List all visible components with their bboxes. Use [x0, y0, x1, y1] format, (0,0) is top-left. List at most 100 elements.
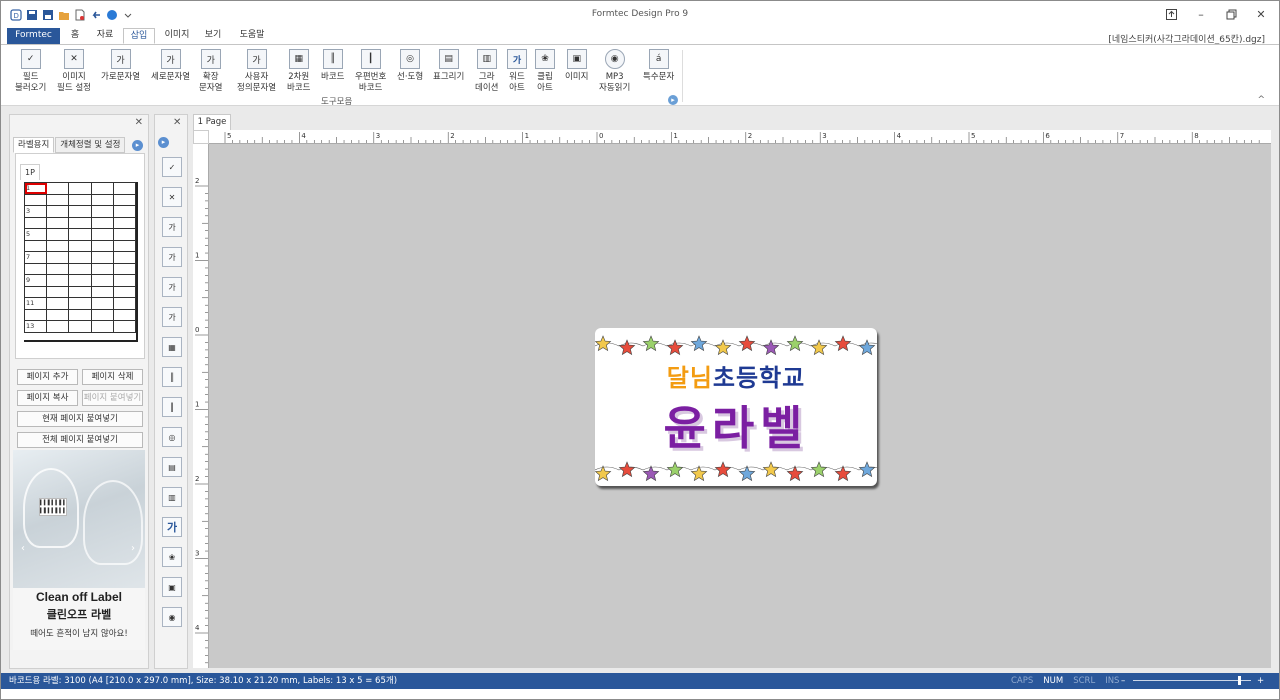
paste-all-pages-button[interactable]: 전체 페이지 붙여넣기 [17, 432, 143, 448]
label-cell[interactable] [90, 205, 114, 218]
label-cell[interactable] [112, 262, 137, 275]
gradient-button[interactable]: ▥ 그라 데이션 [475, 49, 498, 94]
label-cell[interactable]: 13 [23, 320, 48, 333]
copy-page-button[interactable]: 페이지 복사 [17, 390, 78, 406]
label-cell[interactable]: 3 [23, 205, 48, 218]
shapes-button[interactable]: ◎ 선·도형 [397, 49, 423, 83]
custom-text-icon[interactable]: 가 [162, 307, 182, 327]
label-cell[interactable] [68, 216, 92, 229]
table-button[interactable]: ▤ 표그리기 [433, 49, 464, 83]
help-window-icon[interactable] [1163, 7, 1179, 21]
label-cell[interactable] [68, 274, 92, 287]
label-cell[interactable] [68, 205, 92, 218]
label-cell[interactable] [46, 182, 70, 195]
label-cell[interactable] [90, 251, 114, 264]
label-cell[interactable] [23, 308, 48, 321]
tab-help[interactable]: 도움말 [233, 28, 271, 44]
minimize-icon[interactable]: – [1193, 7, 1209, 21]
delete-page-button[interactable]: 페이지 삭제 [82, 369, 143, 385]
tab-image[interactable]: 이미지 [159, 28, 195, 44]
label-cell[interactable] [112, 251, 137, 264]
custom-text-button[interactable]: 가 사용자 정의문자열 [237, 49, 276, 94]
label-cell[interactable] [90, 182, 114, 195]
label-cell[interactable] [46, 308, 70, 321]
advertisement-banner[interactable]: ▍▍▌▍▍▌▍ ▍▌▍▍▌▍▍ ‹ › Clean off Label 클린오프 … [13, 450, 145, 650]
label-cell[interactable] [112, 308, 137, 321]
label-cell[interactable] [90, 297, 114, 310]
label-cell[interactable] [68, 320, 92, 333]
paste-current-page-button[interactable]: 현재 페이지 붙여넣기 [17, 411, 143, 427]
label-cell[interactable] [23, 285, 48, 298]
close-icon[interactable]: ✕ [1253, 7, 1269, 21]
label-design[interactable]: 달님초등학교 윤라벨 [595, 328, 877, 486]
label-cell[interactable] [68, 285, 92, 298]
label-cell[interactable] [112, 193, 137, 206]
document-tab-page1[interactable]: 1 Page [193, 114, 231, 130]
label-cell[interactable] [90, 274, 114, 287]
label-cell[interactable] [23, 262, 48, 275]
horizontal-text-icon[interactable]: 가 [162, 217, 182, 237]
label-cell[interactable] [112, 320, 137, 333]
tab-label-paper[interactable]: 라벨용지 [13, 137, 55, 153]
label-cell[interactable]: 11 [23, 297, 48, 310]
tab-view[interactable]: 보기 [199, 28, 227, 44]
label-cell[interactable] [112, 205, 137, 218]
clipart-icon[interactable]: ❀ [162, 547, 182, 567]
label-cell[interactable] [68, 228, 92, 241]
extended-text-button[interactable]: 가 확장 문자열 [199, 49, 222, 94]
barcode-icon[interactable]: ║ [162, 367, 182, 387]
label-cell[interactable] [90, 262, 114, 275]
label-cell[interactable]: 1 [23, 182, 48, 195]
special-char-button[interactable]: á 특수문자 [643, 49, 674, 83]
label-cell[interactable]: 7 [23, 251, 48, 264]
postal-barcode-icon[interactable]: ┃ [162, 397, 182, 417]
zoom-out-icon[interactable]: – [1121, 673, 1125, 689]
restore-icon[interactable] [1223, 7, 1239, 21]
label-grid-table[interactable]: 1 3 5 7 9 11 13 [23, 182, 137, 333]
label-cell[interactable] [68, 297, 92, 310]
label-cell[interactable] [46, 262, 70, 275]
field-load-button[interactable]: ✓ 필드 불러오기 [15, 49, 46, 94]
panel-close-icon[interactable]: ✕ [135, 117, 143, 128]
tab-data[interactable]: 자료 [91, 28, 119, 44]
dialog-launcher-icon[interactable]: ▸ [668, 95, 678, 105]
label-school-text[interactable]: 달님초등학교 [595, 358, 877, 393]
tab-insert[interactable]: 삽입 [123, 28, 155, 44]
shapes-icon[interactable]: ◎ [162, 427, 182, 447]
vertical-text-icon[interactable]: 가 [162, 247, 182, 267]
label-cell[interactable] [90, 239, 114, 252]
label-cell[interactable] [68, 193, 92, 206]
qr-code-icon[interactable]: ▦ [162, 337, 182, 357]
label-cell[interactable] [90, 228, 114, 241]
label-cell[interactable] [112, 239, 137, 252]
label-cell[interactable] [46, 216, 70, 229]
toolbox-nav-icon[interactable]: ▸ [158, 137, 169, 148]
zoom-track[interactable] [1133, 680, 1251, 681]
zoom-in-icon[interactable]: + [1257, 673, 1264, 689]
image-field-button[interactable]: ✕ 이미지 필드 설정 [57, 49, 91, 94]
image-field-icon[interactable]: ✕ [162, 187, 182, 207]
barcode-button[interactable]: ║ 바코드 [321, 49, 344, 83]
zoom-thumb[interactable] [1237, 676, 1241, 685]
tab-object-align[interactable]: 개체정렬 및 설정 [55, 137, 126, 153]
panel-nav-icon[interactable]: ▸ [132, 140, 143, 151]
label-cell[interactable] [46, 193, 70, 206]
image-button[interactable]: ▣ 이미지 [565, 49, 588, 83]
label-cell[interactable] [68, 251, 92, 264]
label-student-name[interactable]: 윤라벨 [595, 392, 877, 458]
label-cell[interactable] [112, 228, 137, 241]
label-cell[interactable] [46, 239, 70, 252]
qr-code-button[interactable]: ▦ 2차원 바코드 [287, 49, 310, 94]
wordart-button[interactable]: 가 워드 아트 [507, 49, 527, 94]
label-cell[interactable] [112, 274, 137, 287]
paste-page-button[interactable]: 페이지 붙여넣기 [82, 390, 143, 406]
mp3-button[interactable]: ◉ MP3 자동읽기 [599, 49, 630, 94]
label-cell[interactable] [46, 251, 70, 264]
label-cell[interactable] [68, 262, 92, 275]
tab-formtec[interactable]: Formtec [7, 28, 60, 44]
label-cell[interactable] [46, 274, 70, 287]
label-cell[interactable] [46, 285, 70, 298]
field-load-icon[interactable]: ✓ [162, 157, 182, 177]
label-cell[interactable] [112, 285, 137, 298]
label-cell[interactable] [112, 297, 137, 310]
